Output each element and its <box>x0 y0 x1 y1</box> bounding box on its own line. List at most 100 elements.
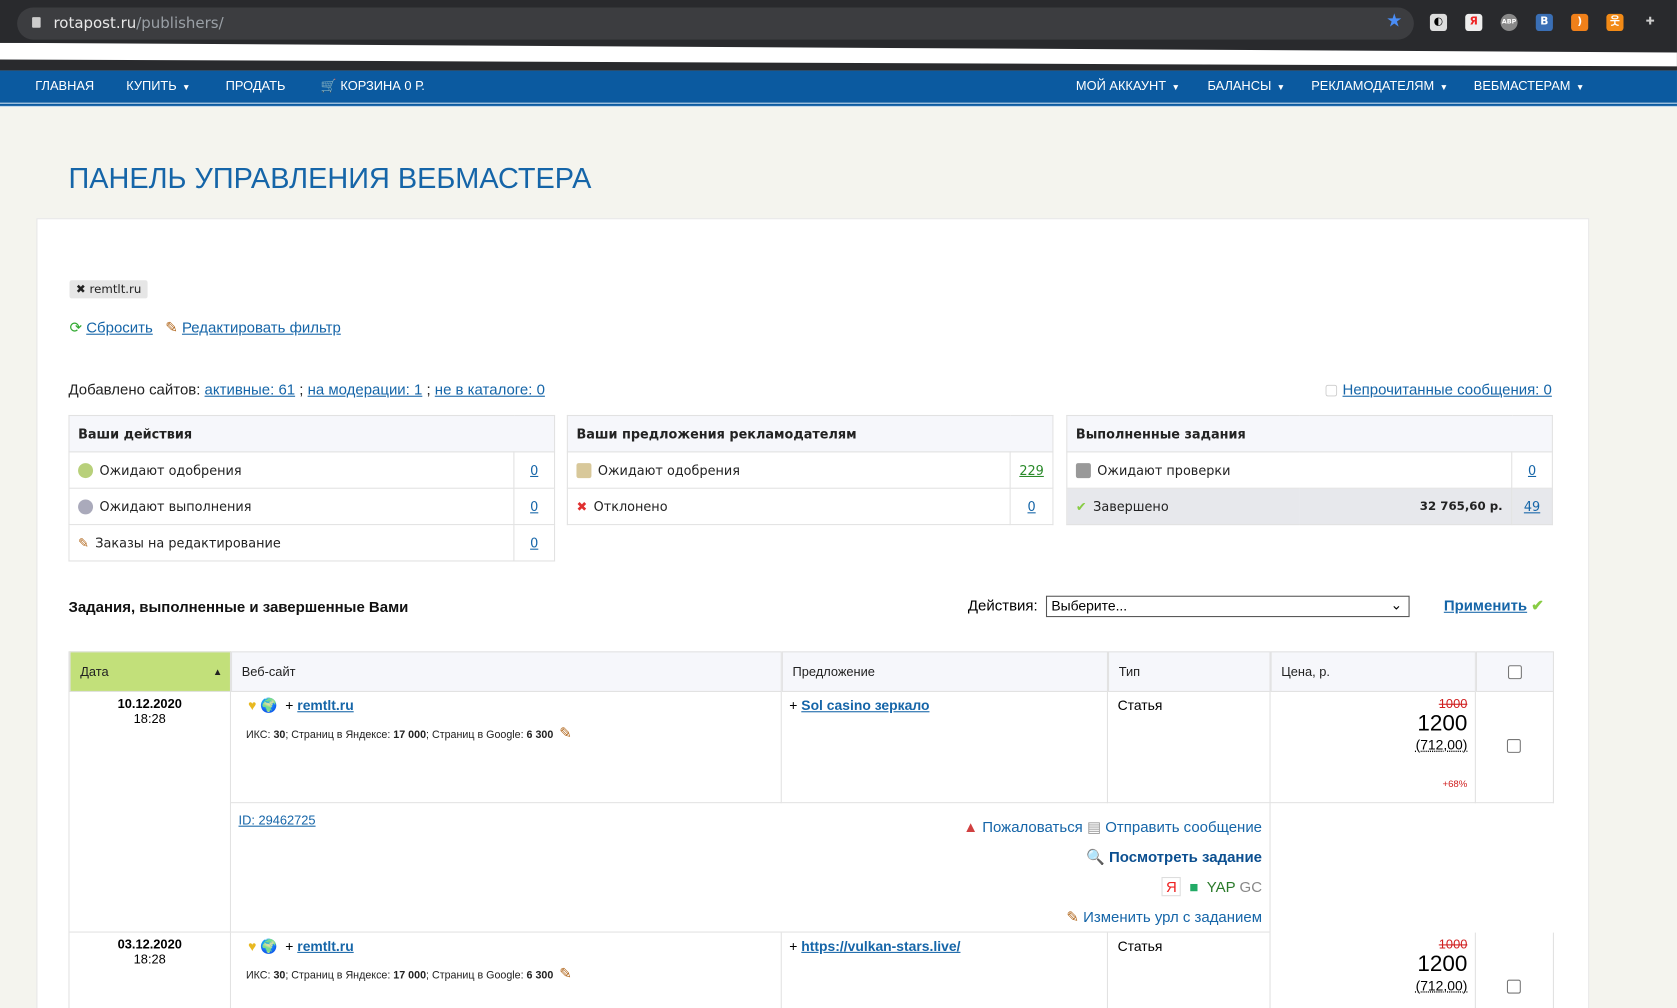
review-icon <box>1075 462 1091 478</box>
row-time: 18:28 <box>133 951 166 967</box>
caret-down-icon: ▼ <box>1439 82 1449 92</box>
rss-icon[interactable]: ) <box>1571 13 1589 32</box>
unread-messages-link[interactable]: Непрочитанные сообщения: 0 <box>1343 381 1552 398</box>
adblock-icon[interactable]: ABP <box>1500 13 1518 32</box>
column-type[interactable]: Тип <box>1108 651 1271 692</box>
bookmark-star-icon[interactable]: ★ <box>1386 11 1402 32</box>
row-time: 18:28 <box>133 711 166 727</box>
yandex-icon[interactable]: Я <box>1161 876 1182 897</box>
globe-icon: 🌍 <box>260 697 278 714</box>
nav-webmasters[interactable]: ВЕБМАСТЕРАМ ▼ <box>1474 78 1585 93</box>
edit-pencil-icon[interactable]: ✎ <box>559 724 572 741</box>
count-link[interactable]: 0 <box>1027 499 1035 514</box>
view-task-link[interactable]: Посмотреть задание <box>1109 848 1262 865</box>
user-pending-icon <box>576 462 592 478</box>
old-price: 1000 <box>1438 696 1468 712</box>
old-price: 1000 <box>1438 936 1468 952</box>
stat-value: 17 000 <box>393 729 427 742</box>
row-label: Ожидают выполнения <box>99 498 252 514</box>
reset-link[interactable]: Сбросить <box>86 319 153 336</box>
site-link[interactable]: remtlt.ru <box>297 938 353 954</box>
active-sites-link[interactable]: активные: 61 <box>205 381 296 398</box>
extension-icon[interactable]: ◐ <box>1429 13 1448 32</box>
count-link[interactable]: 0 <box>530 499 538 514</box>
column-date[interactable]: Дата ▲ <box>69 651 232 692</box>
edit-filter-link[interactable]: Редактировать фильтр <box>182 319 341 336</box>
column-offer[interactable]: Предложение <box>781 651 1109 692</box>
yandex-extension-icon[interactable]: Я <box>1465 13 1483 32</box>
actions-select[interactable]: Выберите... ⌄ <box>1045 595 1410 618</box>
net-price: (712,00) <box>1415 977 1468 994</box>
nav-sell[interactable]: ПРОДАТЬ <box>226 78 286 93</box>
table-title: Ваши действия <box>68 414 556 453</box>
check-icon: ✔ <box>1531 596 1544 614</box>
edit-pencil-icon[interactable]: ✎ <box>559 965 572 982</box>
gc-label[interactable]: GC <box>1240 878 1262 895</box>
moderation-sites-link[interactable]: на модерации: 1 <box>308 381 423 398</box>
count-link[interactable]: 0 <box>1528 463 1536 478</box>
reject-icon: ✖ <box>576 498 588 514</box>
document-icon: ▤ <box>1086 818 1102 836</box>
type-value: Статья <box>1117 697 1163 714</box>
count-link[interactable]: 229 <box>1019 463 1043 478</box>
close-icon[interactable]: ✖ <box>76 282 86 296</box>
nav-home[interactable]: ГЛАВНАЯ <box>35 78 94 93</box>
column-website[interactable]: Веб-сайт <box>231 651 782 692</box>
google-icon[interactable]: ■ <box>1189 878 1198 895</box>
select-all-checkbox[interactable] <box>1507 665 1522 680</box>
actions-label: Действия: <box>967 596 1038 614</box>
filter-tag[interactable]: ✖ remtlt.ru <box>69 280 148 299</box>
offers-table: Ваши предложения рекламодателям Ожидают … <box>566 414 1054 526</box>
sites-summary: Добавлено сайтов: активные: 61 ; на моде… <box>68 380 545 398</box>
nav-advertisers-label: РЕКЛАМОДАТЕЛЯМ <box>1311 78 1435 94</box>
site-link[interactable]: remtlt.ru <box>297 697 353 713</box>
nav-balances[interactable]: БАЛАНСЫ ▼ <box>1207 78 1285 93</box>
url-host: rotapost.ru <box>53 14 137 33</box>
lock-icon <box>32 17 41 28</box>
pencil-icon: ✎ <box>78 535 89 551</box>
address-bar[interactable]: rotapost.ru/publishers/ <box>17 7 1414 40</box>
yap-label[interactable]: YAP <box>1207 878 1236 895</box>
price: 1200 <box>1417 951 1468 977</box>
stat-value: 17 000 <box>393 970 427 982</box>
nav-buy[interactable]: КУПИТЬ ▼ <box>126 78 190 93</box>
complain-link[interactable]: Пожаловаться <box>982 818 1083 835</box>
nav-advertisers[interactable]: РЕКЛАМОДАТЕЛЯМ ▼ <box>1311 78 1448 93</box>
column-price[interactable]: Цена, р. <box>1270 651 1476 692</box>
caret-down-icon: ▼ <box>1276 82 1286 92</box>
row-label: Ожидают одобрения <box>99 462 242 478</box>
not-catalog-link[interactable]: не в каталоге: 0 <box>435 381 545 398</box>
your-actions-table: Ваши действия Ожидают одобрения 0 Ожидают… <box>68 414 556 562</box>
row-checkbox[interactable] <box>1506 979 1521 994</box>
nav-cart[interactable]: 🛒 КОРЗИНА 0 Р. <box>321 78 425 93</box>
count-link[interactable]: 0 <box>530 535 538 550</box>
vk-icon[interactable]: B <box>1535 13 1553 32</box>
offer-link[interactable]: Sol casino зеркало <box>801 697 929 713</box>
price: 1200 <box>1417 711 1468 736</box>
pending-icon <box>78 462 94 478</box>
count-link[interactable]: 49 <box>1524 499 1540 514</box>
tasks-table: Дата ▲ Веб-сайт Предложение Тип Цена, р. … <box>68 651 1554 1008</box>
completed-amount: 32 765,60 р. <box>1299 487 1513 526</box>
stat-value: 30 <box>273 970 286 982</box>
nav-account[interactable]: МОЙ АККАУНТ ▼ <box>1076 78 1180 93</box>
offer-link[interactable]: https://vulkan-stars.live/ <box>801 938 960 954</box>
task-id-link[interactable]: ID: 29462725 <box>238 813 315 828</box>
change-url-link[interactable]: Изменить урл с заданием <box>1083 908 1262 925</box>
stat-label: ; Страниц в Google: <box>426 729 527 742</box>
magnifier-icon: 🔍 <box>1086 848 1105 866</box>
apply-link[interactable]: Применить <box>1444 597 1527 614</box>
url-path: /publishers/ <box>136 14 224 33</box>
filter-tag-label: remtlt.ru <box>89 282 142 297</box>
ok-icon[interactable]: 웃 <box>1606 13 1624 32</box>
net-price: (712,00) <box>1415 736 1468 753</box>
table-row <box>69 691 232 933</box>
count-link[interactable]: 0 <box>530 463 538 478</box>
row-checkbox[interactable] <box>1506 739 1521 753</box>
page-title: ПАНЕЛЬ УПРАВЛЕНИЯ ВЕБМАСТЕРА <box>68 162 592 195</box>
send-message-link[interactable]: Отправить сообщение <box>1105 818 1262 835</box>
puzzle-icon[interactable]: ✚ <box>1642 14 1659 31</box>
heart-icon: ♥ <box>248 697 257 714</box>
stat-value: 6 300 <box>526 970 554 982</box>
row-date: 03.12.2020 <box>117 936 182 952</box>
